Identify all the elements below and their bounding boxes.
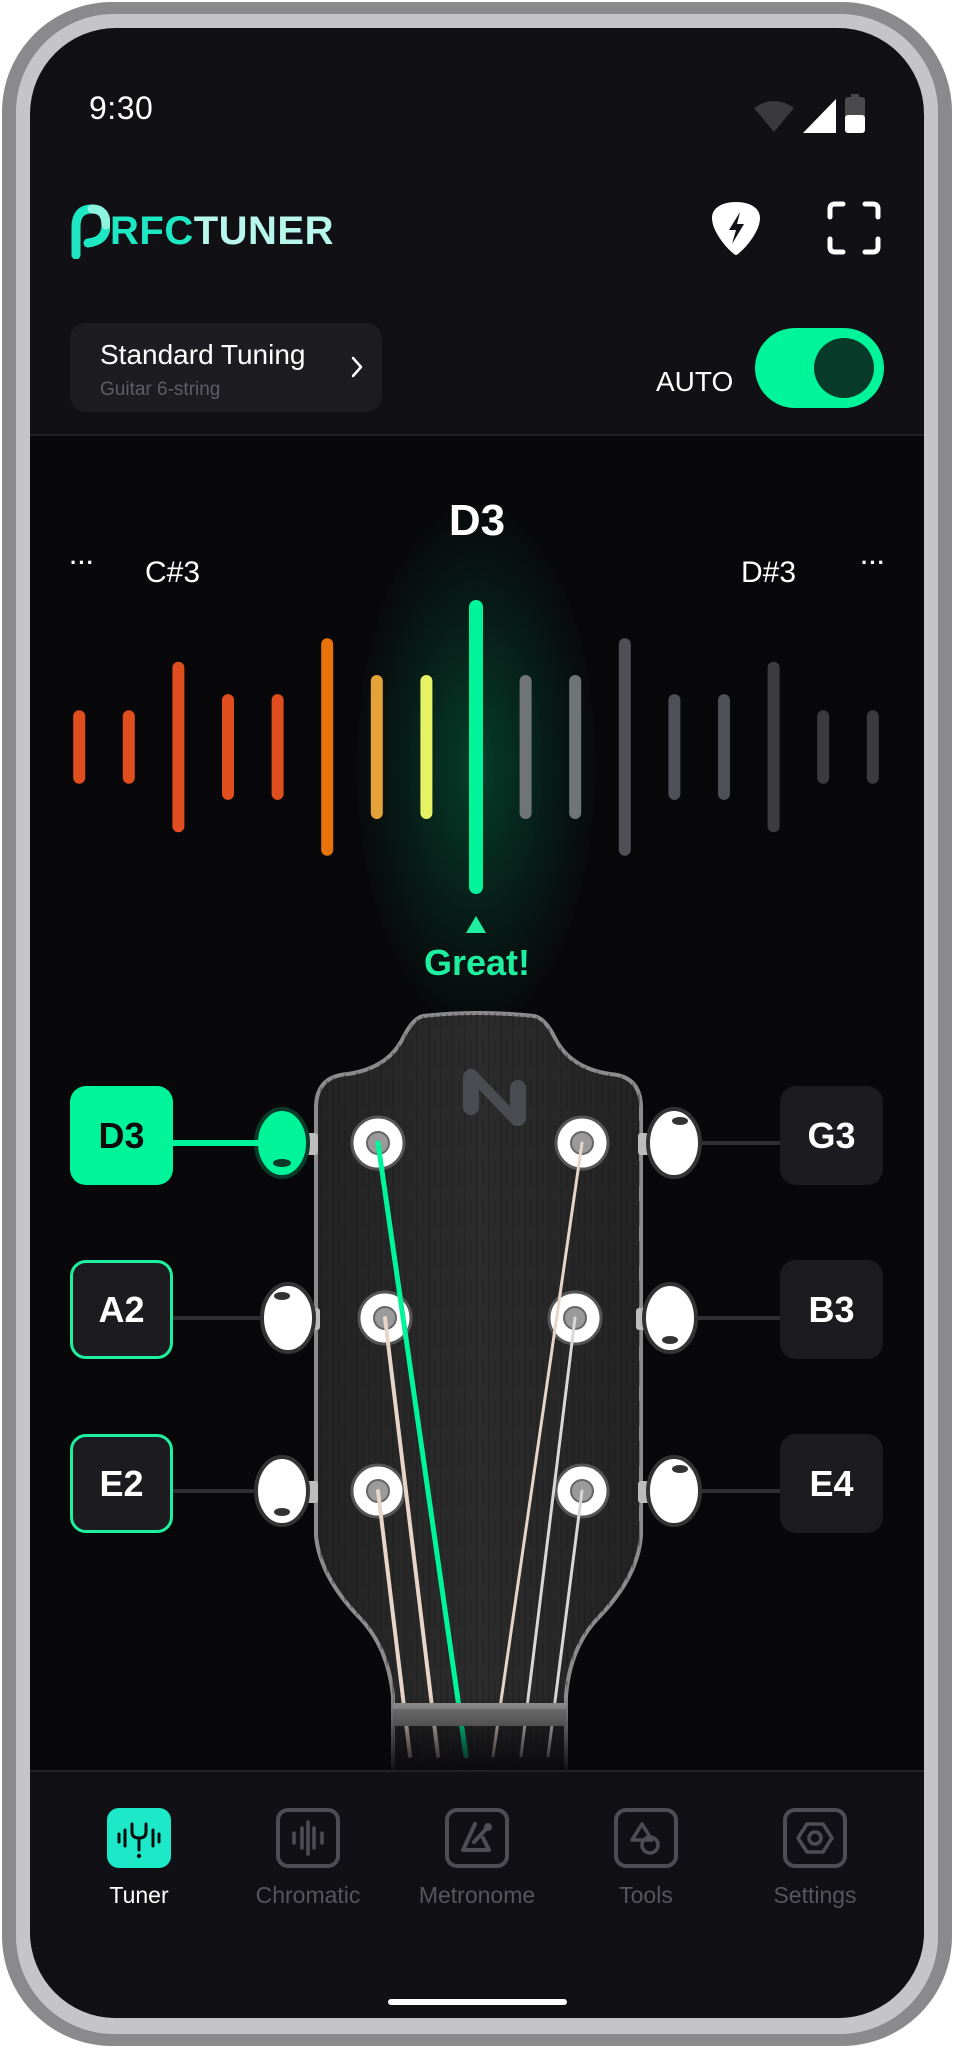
meter-bar	[271, 694, 284, 800]
scan-frame-icon	[827, 201, 881, 255]
auto-mode-toggle[interactable]	[755, 328, 884, 408]
app-logo: RFC TUNER	[70, 203, 334, 259]
tuning-peg-b3	[636, 1282, 698, 1354]
meter-bar	[420, 674, 433, 820]
meter-bar	[519, 674, 532, 820]
logo-rfc: RFC	[110, 209, 194, 253]
meter-bar	[866, 710, 879, 784]
tab-label: Tools	[619, 1882, 673, 1908]
metronome-icon	[461, 1822, 492, 1852]
tab-chromatic[interactable]: Chromatic	[228, 1808, 388, 1928]
tuning-subtitle: Guitar 6-string	[100, 379, 221, 400]
fullscreen-button[interactable]	[824, 198, 884, 258]
tuning-peg-d3	[254, 1107, 318, 1179]
tab-tools[interactable]: Tools	[566, 1808, 726, 1928]
tuning-peg-g3	[638, 1107, 702, 1179]
wifi-icon	[754, 101, 794, 132]
tab-label: Metronome	[418, 1882, 536, 1908]
logo-tuner: TUNER	[193, 209, 334, 253]
shapes-icon	[630, 1822, 660, 1855]
pitch-pointer-icon	[466, 916, 486, 933]
meter-bar-center	[469, 600, 483, 894]
signal-icon	[803, 99, 836, 133]
string-button-e4[interactable]: E4	[780, 1434, 883, 1533]
battery-icon	[845, 94, 865, 133]
tab-tuner[interactable]: Tuner	[59, 1808, 219, 1928]
tuning-title: Standard Tuning	[100, 339, 306, 370]
app-screen: 9:30 RFC TUNER Standard Tuning Guitar 6-…	[30, 28, 924, 2018]
tuner-area: D3 ··· C#3 D#3 ··· Great! D3 A2 E2 G3 B3…	[30, 436, 924, 1776]
tuning-selector[interactable]: Standard Tuning Guitar 6-string	[70, 323, 382, 412]
toggle-knob	[814, 338, 874, 398]
string-button-b3[interactable]: B3	[780, 1260, 883, 1359]
meter-bar	[668, 694, 681, 800]
meter-bar	[321, 638, 334, 856]
string-button-a2[interactable]: A2	[70, 1260, 173, 1359]
tuning-peg-e2	[254, 1455, 318, 1527]
string-button-g3[interactable]: G3	[780, 1086, 883, 1185]
tab-metronome[interactable]: Metronome	[397, 1808, 557, 1928]
tuning-status: Great!	[423, 942, 531, 983]
auto-mode-label: AUTO	[656, 366, 734, 397]
meter-bar	[569, 674, 582, 820]
chevron-right-icon	[351, 356, 363, 378]
string-button-e2[interactable]: E2	[70, 1434, 173, 1533]
meter-bar	[222, 694, 234, 800]
meter-bar	[817, 710, 830, 784]
tab-label: Settings	[773, 1882, 857, 1908]
meter-bar	[618, 638, 631, 856]
meter-bar	[718, 694, 730, 800]
status-time: 9:30	[89, 90, 154, 126]
guitar-pick-lightning-icon	[712, 202, 760, 255]
tab-label: Tuner	[109, 1882, 169, 1908]
status-icons	[752, 94, 866, 134]
meter-bar	[172, 661, 185, 833]
tuning-peg-a2	[260, 1282, 320, 1354]
string-button-d3[interactable]: D3	[70, 1086, 173, 1185]
bottom-nav: Tuner Chromatic Metronome Tools Settings	[30, 1770, 924, 2018]
meter-bar	[122, 710, 135, 784]
tab-label: Chromatic	[255, 1882, 361, 1908]
hex-nut-icon	[796, 1822, 834, 1854]
tuning-peg-e4	[638, 1455, 702, 1527]
logo-p-glyph-icon	[71, 204, 110, 259]
meter-bar	[370, 674, 383, 820]
waveform-icon	[292, 1820, 324, 1856]
tab-settings[interactable]: Settings	[735, 1808, 895, 1928]
meter-bar	[73, 710, 86, 784]
home-indicator[interactable]	[388, 1999, 567, 2005]
meter-bar	[767, 661, 780, 833]
pick-boost-button[interactable]	[706, 198, 766, 258]
tuning-fork-icon	[117, 1822, 161, 1859]
